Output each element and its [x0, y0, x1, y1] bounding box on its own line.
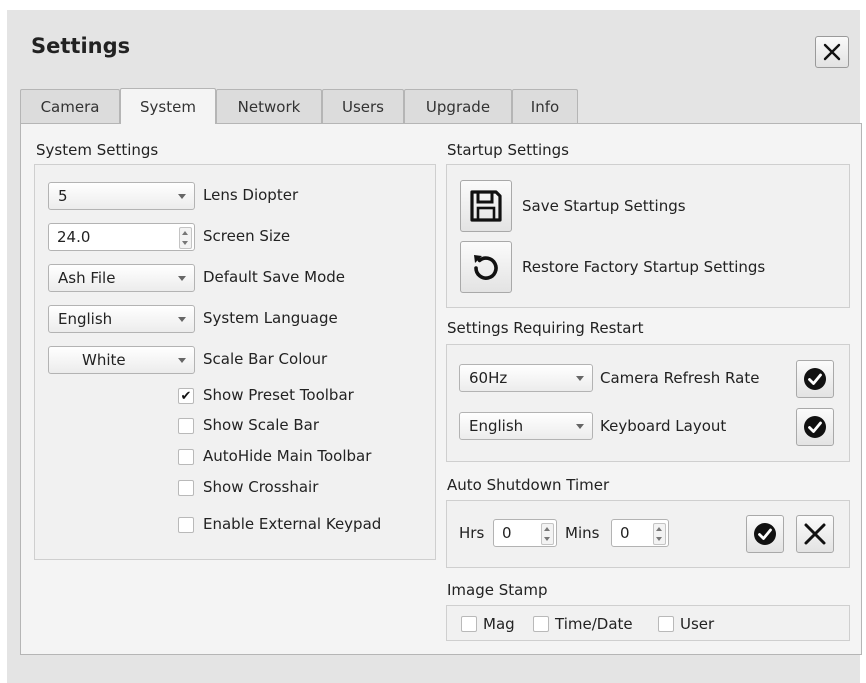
chevron-down-icon [178, 358, 186, 363]
dialog-title: Settings [31, 34, 131, 58]
x-icon [804, 523, 826, 545]
tab-network[interactable]: Network [216, 89, 322, 123]
tab-system[interactable]: System [120, 88, 216, 124]
lens-diopter-value: 5 [58, 187, 68, 205]
screen-size-value: 24.0 [57, 228, 91, 246]
restart-settings-heading: Settings Requiring Restart [447, 319, 644, 337]
autohide-main-toolbar-checkbox[interactable] [178, 449, 194, 465]
check-circle-icon [804, 416, 826, 438]
chevron-down-icon [178, 194, 186, 199]
system-language-value: English [58, 310, 113, 328]
check-circle-icon [754, 523, 776, 545]
close-button[interactable] [815, 36, 849, 68]
hrs-spinbox[interactable]: 0 [493, 519, 557, 547]
screen-size-spinbox[interactable]: 24.0 [48, 223, 195, 251]
stamp-time-date-label: Time/Date [555, 615, 633, 633]
tab-label: Users [341, 97, 384, 116]
hrs-label: Hrs [459, 524, 485, 542]
tab-info[interactable]: Info [512, 89, 578, 123]
stamp-mag-label: Mag [483, 615, 515, 633]
scale-bar-colour-value: White [82, 351, 126, 369]
save-startup-settings-label: Save Startup Settings [522, 197, 686, 215]
restore-factory-startup-button[interactable] [460, 241, 512, 293]
show-scale-bar-label: Show Scale Bar [203, 416, 320, 434]
enable-external-keypad-checkbox[interactable] [178, 517, 194, 533]
close-icon [823, 43, 841, 61]
stamp-mag-checkbox[interactable] [461, 616, 477, 632]
default-save-mode-label: Default Save Mode [203, 268, 346, 286]
show-preset-toolbar-checkbox[interactable]: ✔ [178, 388, 194, 404]
startup-settings-heading: Startup Settings [447, 141, 569, 159]
chevron-down-icon [576, 376, 584, 381]
check-circle-icon [804, 368, 826, 390]
mins-value: 0 [620, 524, 630, 542]
save-startup-settings-button[interactable] [460, 180, 512, 232]
camera-refresh-rate-select[interactable]: 60Hz [459, 364, 593, 392]
tab-label: Camera [40, 97, 100, 116]
spin-arrows-icon[interactable] [179, 227, 192, 249]
keyboard-layout-label: Keyboard Layout [600, 417, 727, 435]
chevron-down-icon [576, 424, 584, 429]
restart-settings-group [446, 344, 850, 462]
chevron-down-icon [178, 276, 186, 281]
camera-refresh-rate-label: Camera Refresh Rate [600, 369, 760, 387]
scale-bar-colour-select[interactable]: White [48, 346, 195, 374]
scale-bar-colour-label: Scale Bar Colour [203, 350, 328, 368]
tab-label: System [140, 97, 196, 116]
camera-refresh-rate-value: 60Hz [469, 369, 508, 387]
show-preset-toolbar-label: Show Preset Toolbar [203, 386, 354, 404]
restore-arrow-icon [474, 255, 498, 280]
tab-users[interactable]: Users [322, 89, 404, 123]
tab-upgrade[interactable]: Upgrade [404, 89, 512, 123]
apply-keyboard-layout-button[interactable] [796, 408, 834, 446]
show-scale-bar-checkbox[interactable] [178, 418, 194, 434]
spin-arrows-icon[interactable] [541, 523, 554, 545]
stamp-user-label: User [680, 615, 715, 633]
mins-spinbox[interactable]: 0 [611, 519, 669, 547]
cancel-shutdown-timer-button[interactable] [796, 515, 834, 553]
lens-diopter-label: Lens Diopter [203, 186, 299, 204]
system-language-label: System Language [203, 309, 338, 327]
tab-camera[interactable]: Camera [20, 89, 120, 123]
tab-label: Network [237, 97, 301, 116]
enable-external-keypad-label: Enable External Keypad [203, 515, 382, 533]
apply-refresh-rate-button[interactable] [796, 360, 834, 398]
chevron-down-icon [178, 317, 186, 322]
tab-label: Info [530, 97, 560, 116]
system-language-select[interactable]: English [48, 305, 195, 333]
system-settings-heading: System Settings [36, 141, 159, 159]
restore-factory-startup-label: Restore Factory Startup Settings [522, 258, 766, 276]
auto-shutdown-heading: Auto Shutdown Timer [447, 476, 610, 494]
screen-size-label: Screen Size [203, 227, 291, 245]
floppy-disk-icon [470, 190, 502, 222]
spin-arrows-icon[interactable] [653, 523, 666, 545]
tab-label: Upgrade [425, 97, 491, 116]
default-save-mode-value: Ash File [58, 269, 116, 287]
keyboard-layout-value: English [469, 417, 524, 435]
show-crosshair-label: Show Crosshair [203, 478, 319, 496]
default-save-mode-select[interactable]: Ash File [48, 264, 195, 292]
stamp-user-checkbox[interactable] [658, 616, 674, 632]
stamp-time-date-checkbox[interactable] [533, 616, 549, 632]
autohide-main-toolbar-label: AutoHide Main Toolbar [203, 447, 372, 465]
lens-diopter-select[interactable]: 5 [48, 182, 195, 210]
show-crosshair-checkbox[interactable] [178, 480, 194, 496]
mins-label: Mins [565, 524, 600, 542]
image-stamp-heading: Image Stamp [447, 581, 548, 599]
keyboard-layout-select[interactable]: English [459, 412, 593, 440]
apply-shutdown-timer-button[interactable] [746, 515, 784, 553]
hrs-value: 0 [502, 524, 512, 542]
